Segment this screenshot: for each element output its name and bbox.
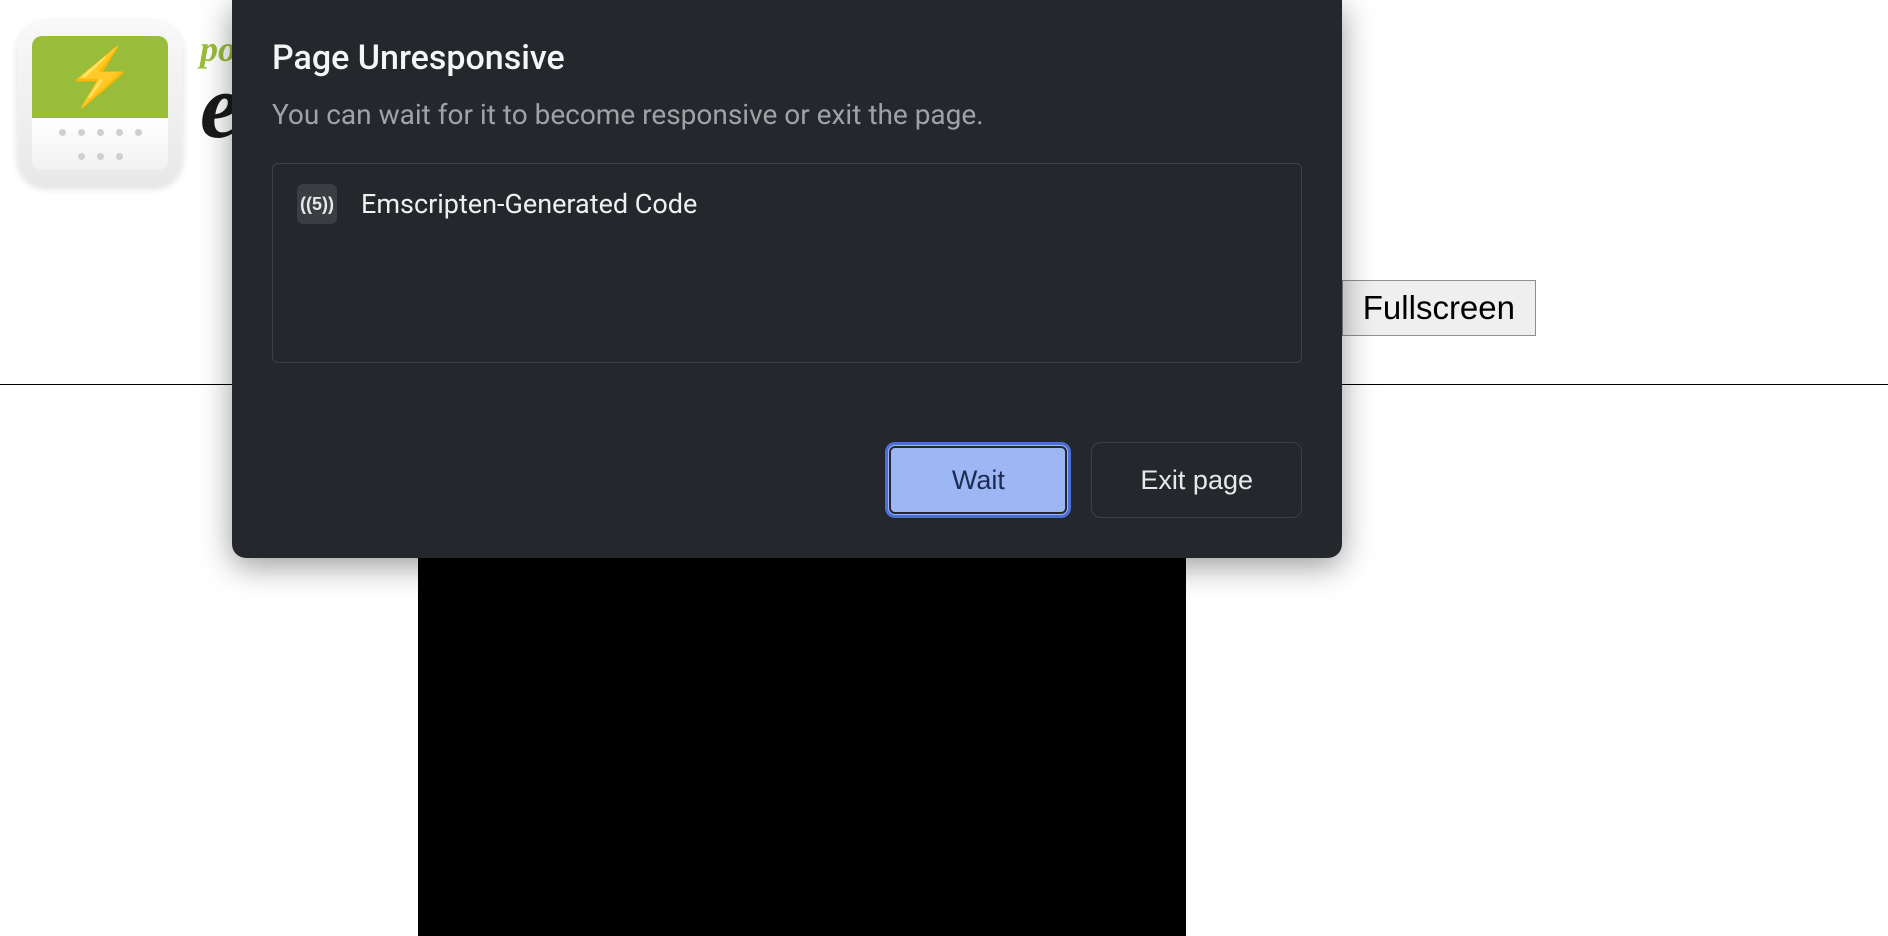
exit-page-button[interactable]: Exit page — [1091, 442, 1302, 518]
process-list: ((5)) Emscripten-Generated Code — [272, 163, 1302, 363]
process-name: Emscripten-Generated Code — [361, 188, 697, 220]
emscripten-logo: ⚡ — [18, 22, 182, 186]
logo-bottom-panel — [32, 118, 168, 170]
dialog-subtitle: You can wait for it to become responsive… — [272, 98, 1302, 131]
wait-button[interactable]: Wait — [885, 442, 1071, 518]
fullscreen-button[interactable]: Fullscreen — [1342, 280, 1536, 336]
process-favicon-icon: ((5)) — [297, 184, 337, 224]
page-unresponsive-dialog: Page Unresponsive You can wait for it to… — [232, 0, 1342, 558]
lightning-bolt-icon: ⚡ — [65, 49, 135, 105]
dialog-title: Page Unresponsive — [272, 38, 1302, 78]
signal-icon: ((5)) — [300, 194, 334, 215]
logo-top-panel: ⚡ — [32, 36, 168, 118]
dialog-button-row: Wait Exit page — [272, 402, 1302, 518]
